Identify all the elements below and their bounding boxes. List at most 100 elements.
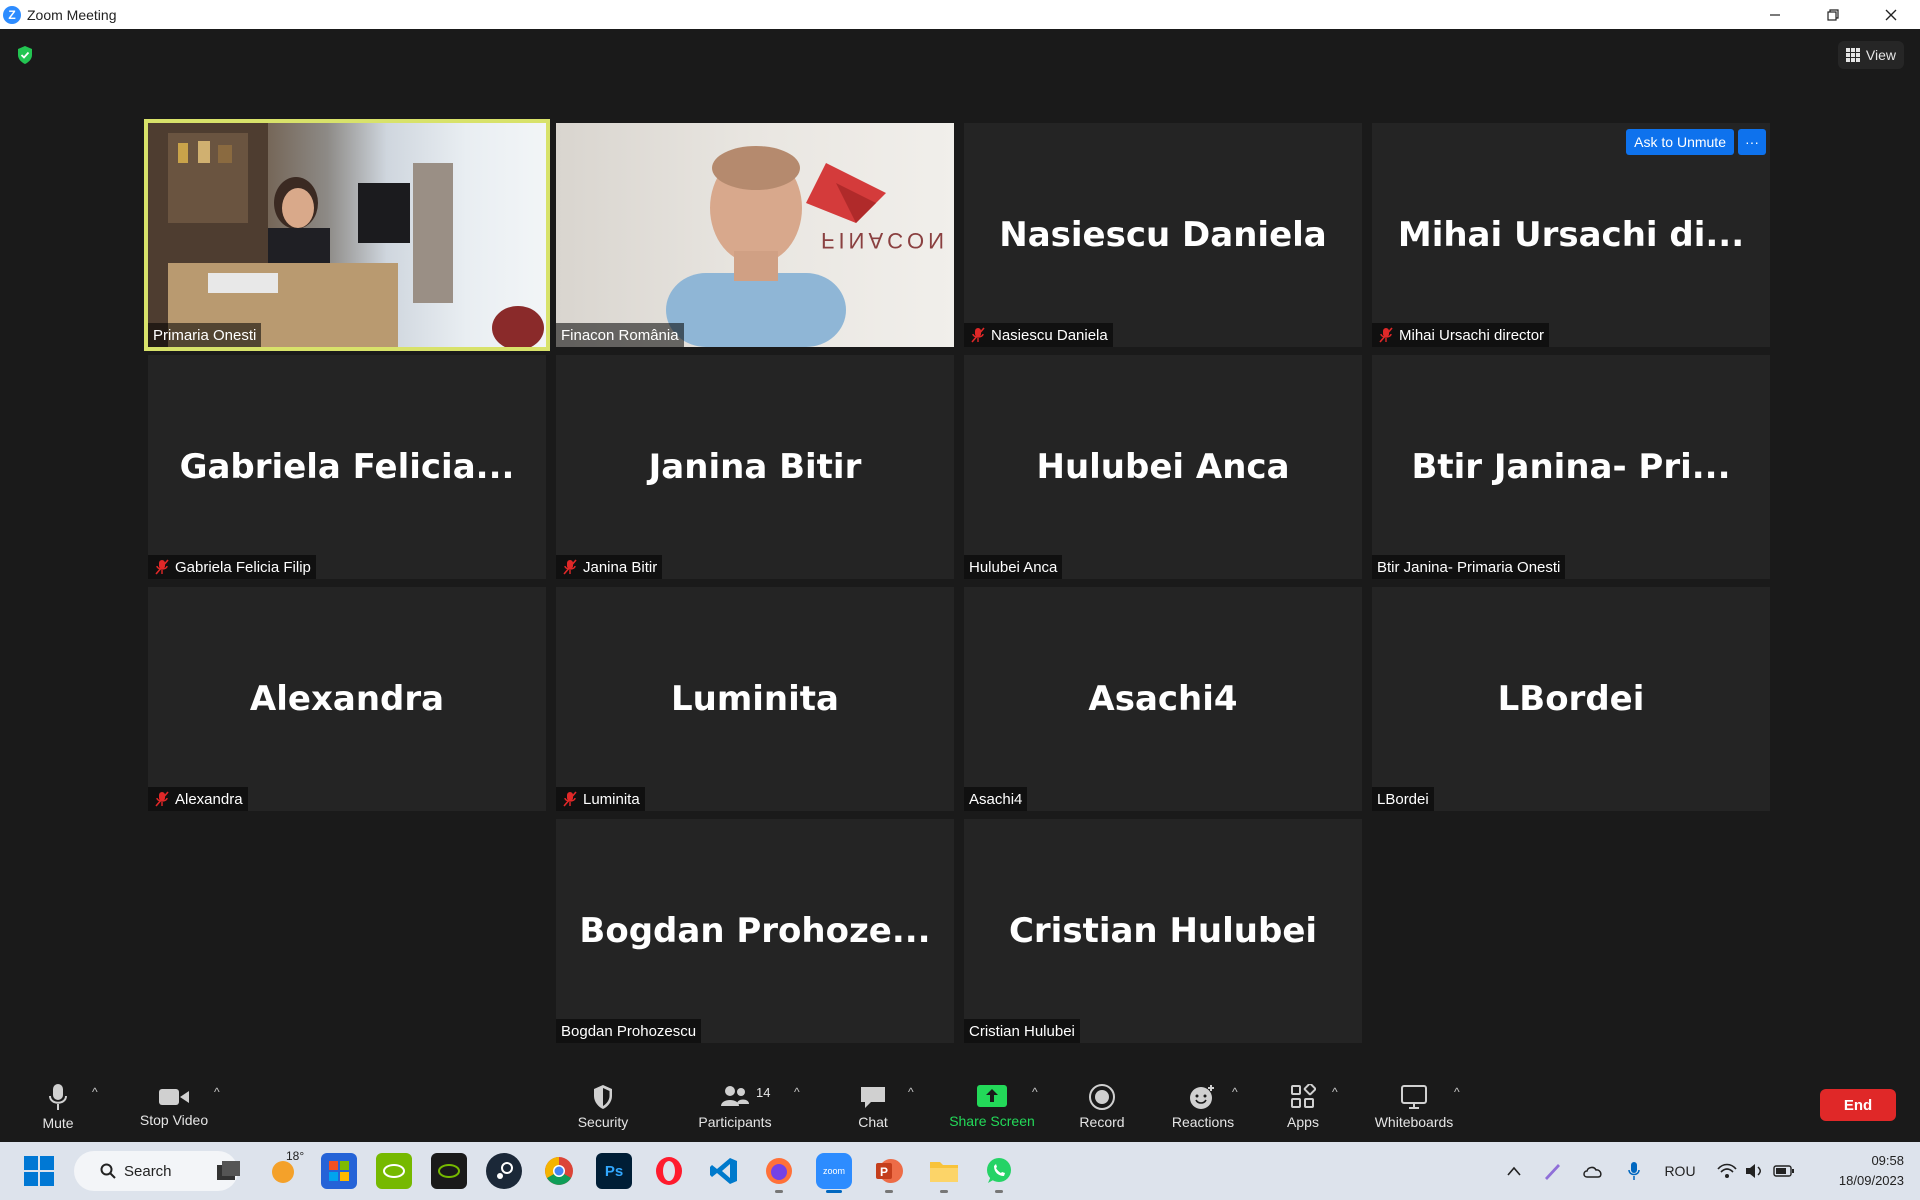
apps-icon (1291, 1083, 1316, 1108)
video-tile-finacon-romania[interactable]: FINACON Finacon România (556, 123, 954, 347)
participant-name-display: Mihai Ursachi di... (1397, 215, 1745, 255)
volume-icon[interactable] (1742, 1142, 1768, 1200)
language-indicator[interactable]: ROU (1662, 1142, 1698, 1200)
view-button[interactable]: View (1837, 41, 1904, 69)
stop-video-button[interactable]: Stop Video (134, 1071, 214, 1142)
taskbar-clock[interactable]: 09:58 18/09/2023 (1839, 1151, 1904, 1191)
chat-options-chevron-icon[interactable]: ^ (908, 1085, 914, 1099)
participant-label: Asachi4 (964, 787, 1028, 811)
participant-name-display: Btir Janina- Pri... (1411, 447, 1731, 487)
task-view-icon[interactable] (210, 1153, 246, 1189)
steam-icon[interactable] (486, 1153, 522, 1189)
file-explorer-icon[interactable] (926, 1153, 962, 1193)
chrome-icon[interactable] (541, 1153, 577, 1189)
share-options-chevron-icon[interactable]: ^ (1032, 1085, 1038, 1099)
weather-temperature: 18° (286, 1149, 305, 1163)
firefox-icon[interactable] (761, 1153, 797, 1193)
video-tile-alexandra[interactable]: Alexandra Alexandra (148, 587, 546, 811)
minimize-icon (1770, 13, 1780, 16)
video-tile-cristian-hulubei[interactable]: Cristian Hulubei Cristian Hulubei (964, 819, 1362, 1043)
participant-label: Bogdan Prohozescu (556, 1019, 702, 1043)
whatsapp-icon[interactable] (981, 1153, 1017, 1193)
opera-icon[interactable] (651, 1153, 687, 1189)
stop-video-label: Stop Video (139, 1111, 209, 1128)
close-button[interactable] (1862, 0, 1920, 29)
participant-name-display: Alexandra (249, 679, 445, 719)
clock-time: 09:58 (1871, 1153, 1904, 1168)
title-bar: Z Zoom Meeting (0, 0, 1920, 29)
powerpoint-icon[interactable]: P (871, 1153, 907, 1193)
participant-name-display: Bogdan Prohoze... (579, 911, 931, 951)
muted-mic-icon (155, 559, 169, 575)
record-label: Record (1079, 1113, 1125, 1130)
video-tile-luminita[interactable]: Luminita Luminita (556, 587, 954, 811)
video-tile-primaria-onesti[interactable]: Primaria Onesti (144, 119, 550, 351)
show-hidden-icons-chevron-icon[interactable] (1500, 1142, 1528, 1200)
record-icon (1089, 1083, 1115, 1110)
chat-bubble-icon (861, 1086, 885, 1108)
video-tile-bogdan-prohozescu[interactable]: Bogdan Prohoze... Bogdan Prohozescu (556, 819, 954, 1043)
participants-button[interactable]: Participants (692, 1071, 778, 1142)
muted-mic-icon (563, 559, 577, 575)
wifi-icon[interactable] (1714, 1142, 1740, 1200)
zoom-app-icon[interactable]: zoom (816, 1153, 852, 1193)
nvidia-icon[interactable] (376, 1153, 412, 1189)
microphone-in-use-icon[interactable] (1620, 1142, 1648, 1200)
video-tile-janina-bitir[interactable]: Janina Bitir Janina Bitir (556, 355, 954, 579)
video-tile-asachi4[interactable]: Asachi4 Asachi4 (964, 587, 1362, 811)
restore-button[interactable] (1804, 0, 1862, 29)
chat-button[interactable]: Chat (850, 1071, 896, 1142)
share-screen-button[interactable]: Share Screen (944, 1071, 1040, 1142)
whiteboards-button[interactable]: Whiteboards (1368, 1071, 1460, 1142)
video-tile-lbordei[interactable]: LBordei LBordei (1372, 587, 1770, 811)
end-meeting-button[interactable]: End (1820, 1089, 1896, 1121)
reactions-button[interactable]: Reactions (1168, 1071, 1238, 1142)
windows-start-icon[interactable] (24, 1156, 54, 1186)
weather-icon[interactable]: 18° (266, 1149, 304, 1189)
video-tile-nasiescu-daniela[interactable]: Nasiescu Daniela Nasiescu Daniela (964, 123, 1362, 347)
participant-label: Mihai Ursachi director (1372, 323, 1550, 347)
windows-taskbar: Search 18° Ps zoom P ROU 09:58 18/09/202… (0, 1142, 1920, 1200)
meeting-toolbar: Mute ^ Stop Video ^ Security Participant… (0, 1071, 1920, 1142)
video-tile-btir-janina[interactable]: Btir Janina- Pri... Btir Janina- Primari… (1372, 355, 1770, 579)
ask-to-unmute-button[interactable]: Ask to Unmute (1626, 129, 1734, 155)
nvidia-app-icon[interactable] (431, 1153, 467, 1189)
pen-icon[interactable] (1538, 1142, 1566, 1200)
video-tile-hulubei-anca[interactable]: Hulubei Anca Hulubei Anca (964, 355, 1362, 579)
participant-label: Primaria Onesti (148, 323, 262, 347)
participant-name-display: Asachi4 (1088, 679, 1238, 719)
battery-icon[interactable] (1770, 1142, 1798, 1200)
security-shield-icon (594, 1084, 612, 1109)
participant-label: LBordei (1372, 787, 1434, 811)
minimize-button[interactable] (1746, 0, 1804, 29)
video-tile-mihai-ursachi[interactable]: Ask to Unmute ··· Mihai Ursachi di... Mi… (1372, 123, 1770, 347)
restore-icon (1827, 8, 1839, 21)
more-options-button[interactable]: ··· (1738, 129, 1766, 155)
participant-label: Gabriela Felicia Filip (148, 555, 316, 579)
video-tile-gabriela-felicia-filip[interactable]: Gabriela Felicia... Gabriela Felicia Fil… (148, 355, 546, 579)
apps-options-chevron-icon[interactable]: ^ (1332, 1085, 1338, 1099)
participants-options-chevron-icon[interactable]: ^ (794, 1085, 800, 1099)
participant-label: Janina Bitir (556, 555, 663, 579)
audio-options-chevron-icon[interactable]: ^ (92, 1085, 98, 1099)
record-button[interactable]: Record (1076, 1071, 1128, 1142)
participant-name-display: Luminita (670, 679, 839, 719)
view-label: View (1865, 47, 1896, 63)
security-button[interactable]: Security (568, 1071, 638, 1142)
photoshop-icon[interactable]: Ps (596, 1153, 632, 1189)
participant-label: Finacon România (556, 323, 684, 347)
onedrive-cloud-icon[interactable] (1578, 1142, 1608, 1200)
apps-button[interactable]: Apps (1280, 1071, 1326, 1142)
smiley-plus-icon (1190, 1084, 1214, 1109)
svg-text:P: P (880, 1165, 888, 1179)
participants-count: 14 (756, 1085, 771, 1100)
video-options-chevron-icon[interactable]: ^ (214, 1085, 220, 1099)
participant-label: Luminita (556, 787, 645, 811)
microsoft-store-icon[interactable] (321, 1153, 357, 1189)
mute-button[interactable]: Mute (38, 1071, 78, 1142)
vscode-icon[interactable] (706, 1153, 742, 1189)
reactions-options-chevron-icon[interactable]: ^ (1232, 1085, 1238, 1099)
whiteboards-options-chevron-icon[interactable]: ^ (1454, 1085, 1460, 1099)
zoom-logo-icon: Z (3, 5, 21, 24)
search-icon (100, 1163, 116, 1179)
